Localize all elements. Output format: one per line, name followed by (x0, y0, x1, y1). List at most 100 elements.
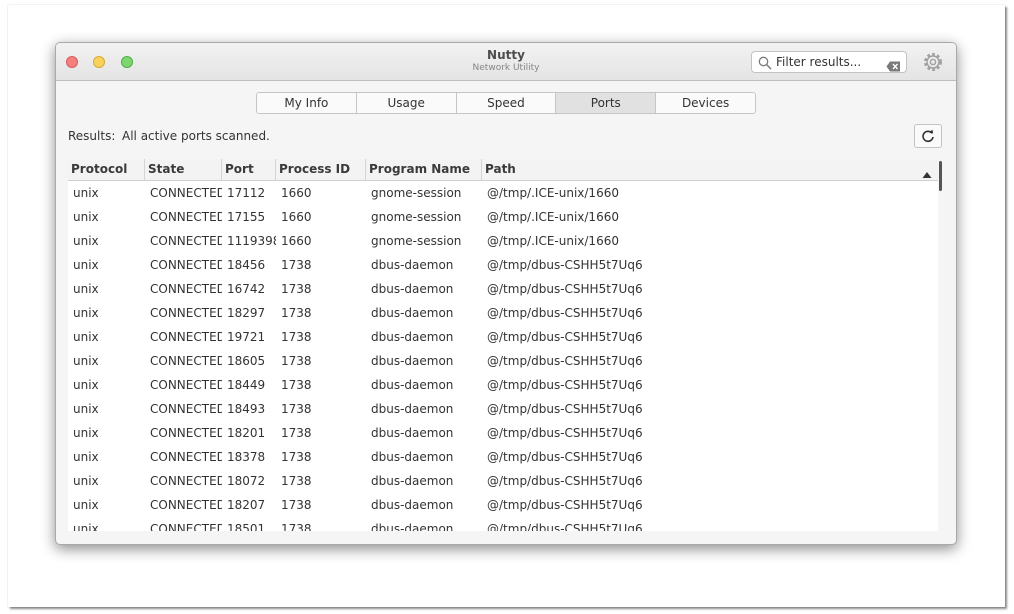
table-row[interactable]: unix CONNECTED 18449 1738 dbus-daemon @/tmp/d… (68, 373, 938, 397)
clear-text-icon[interactable] (886, 57, 901, 76)
protocol-cell: unix (73, 450, 99, 464)
program-name-cell: dbus-daemon (371, 474, 454, 488)
program-name-cell: dbus-daemon (371, 258, 454, 272)
column-header-process-id[interactable]: Process ID (276, 159, 366, 180)
table-row[interactable]: unix CONNECTED 17155 1660 gnome-session @/tmp… (68, 205, 938, 229)
table-body: unix CONNECTED 17112 1660 gnome-session @/tmp… (68, 181, 938, 531)
tab-usage[interactable]: Usage (356, 93, 457, 113)
path-cell: @/tmp/dbus-CSHH5t7Uq6 (487, 474, 643, 488)
results-label: Results: (68, 129, 116, 143)
table-row[interactable]: unix CONNECTED 18207 1738 dbus-daemon @/tmp/d… (68, 493, 938, 517)
program-name-cell: dbus-daemon (371, 450, 454, 464)
table-row[interactable]: unix CONNECTED 18378 1738 dbus-daemon @/tmp/d… (68, 445, 938, 469)
program-name-cell: gnome-session (371, 210, 462, 224)
refresh-icon (922, 129, 934, 143)
state-cell: CONNECTED (150, 474, 222, 488)
column-header-port[interactable]: Port (222, 159, 276, 180)
state-cell: CONNECTED (150, 210, 222, 224)
program-name-cell: dbus-daemon (371, 330, 454, 344)
process-id-cell: 1738 (281, 426, 312, 440)
program-name-cell: dbus-daemon (371, 402, 454, 416)
table-row[interactable]: unix CONNECTED 18456 1738 dbus-daemon @/tmp/d… (68, 253, 938, 277)
vertical-scrollbar[interactable] (939, 161, 942, 191)
path-cell: @/tmp/dbus-CSHH5t7Uq6 (487, 354, 643, 368)
path-cell: @/tmp/dbus-CSHH5t7Uq6 (487, 450, 643, 464)
table-row[interactable]: unix CONNECTED 18201 1738 dbus-daemon @/tmp/d… (68, 421, 938, 445)
state-cell: CONNECTED (150, 498, 222, 512)
state-cell: CONNECTED (150, 306, 222, 320)
process-id-cell: 1660 (281, 186, 312, 200)
table-row[interactable]: unix CONNECTED 17112 1660 gnome-session @/tmp… (68, 181, 938, 205)
search-field[interactable] (751, 51, 907, 73)
path-cell: @/tmp/dbus-CSHH5t7Uq6 (487, 426, 643, 440)
table-row[interactable]: unix CONNECTED 16742 1738 dbus-daemon @/tmp/d… (68, 277, 938, 301)
path-cell: @/tmp/dbus-CSHH5t7Uq6 (487, 258, 643, 272)
process-id-cell: 1660 (281, 210, 312, 224)
protocol-cell: unix (73, 354, 99, 368)
column-header-state[interactable]: State (145, 159, 222, 180)
port-cell: 16742 (227, 282, 266, 296)
protocol-cell: unix (73, 306, 99, 320)
table-row[interactable]: unix CONNECTED 18493 1738 dbus-daemon @/tmp/d… (68, 397, 938, 421)
table-row[interactable]: unix CONNECTED 18072 1738 dbus-daemon @/tmp/d… (68, 469, 938, 493)
port-cell: 17112 (227, 186, 266, 200)
program-name-cell: gnome-session (371, 234, 462, 248)
protocol-cell: unix (73, 210, 99, 224)
state-cell: CONNECTED (150, 330, 222, 344)
protocol-cell: unix (73, 474, 99, 488)
app-window: Nutty Network Utility Filter results... … (55, 42, 957, 545)
state-cell: CONNECTED (150, 282, 222, 296)
table-row[interactable]: unix CONNECTED 19721 1738 dbus-daemon @/tmp/d… (68, 325, 938, 349)
protocol-cell: unix (73, 186, 99, 200)
program-name-cell: dbus-daemon (371, 282, 454, 296)
port-cell: 18449 (227, 378, 266, 392)
protocol-cell: unix (73, 282, 99, 296)
port-cell: 18456 (227, 258, 266, 272)
gear-icon[interactable] (922, 51, 944, 77)
state-cell: CONNECTED (150, 186, 222, 200)
process-id-cell: 1738 (281, 378, 312, 392)
program-name-cell: dbus-daemon (371, 522, 454, 531)
results-status-text: All active ports scanned. (122, 129, 270, 143)
port-cell: 18207 (227, 498, 266, 512)
column-header-protocol[interactable]: Protocol (68, 159, 145, 180)
program-name-cell: dbus-daemon (371, 306, 454, 320)
port-cell: 18072 (227, 474, 266, 488)
process-id-cell: 1738 (281, 522, 312, 531)
process-id-cell: 1738 (281, 498, 312, 512)
port-cell: 18201 (227, 426, 266, 440)
table-row[interactable]: unix CONNECTED 18501 1738 dbus-daemon @/tmp/d… (68, 517, 938, 531)
state-cell: CONNECTED (150, 450, 222, 464)
process-id-cell: 1738 (281, 354, 312, 368)
table-row[interactable]: unix CONNECTED 18605 1738 dbus-daemon @/tmp/d… (68, 349, 938, 373)
state-cell: CONNECTED (150, 426, 222, 440)
protocol-cell: unix (73, 402, 99, 416)
port-cell: 18605 (227, 354, 266, 368)
path-cell: @/tmp/.ICE-unix/1660 (487, 210, 619, 224)
program-name-cell: dbus-daemon (371, 354, 454, 368)
protocol-cell: unix (73, 378, 99, 392)
tab-devices[interactable]: Devices (656, 93, 755, 113)
path-cell: @/tmp/dbus-CSHH5t7Uq6 (487, 498, 643, 512)
table-row[interactable]: unix CONNECTED 1119398 1660 gnome-session @/t… (68, 229, 938, 253)
table-row[interactable]: unix CONNECTED 18297 1738 dbus-daemon @/tmp/d… (68, 301, 938, 325)
path-cell: @/tmp/dbus-CSHH5t7Uq6 (487, 378, 643, 392)
table-header: Protocol State Port Process ID Program N… (68, 159, 938, 181)
protocol-cell: unix (73, 498, 99, 512)
column-header-program-name[interactable]: Program Name (366, 159, 482, 180)
state-cell: CONNECTED (150, 378, 222, 392)
tab-my-info[interactable]: My Info (257, 93, 357, 113)
refresh-button[interactable] (914, 124, 942, 148)
process-id-cell: 1660 (281, 234, 312, 248)
process-id-cell: 1738 (281, 258, 312, 272)
column-header-path[interactable]: Path (482, 159, 938, 180)
path-cell: @/tmp/.ICE-unix/1660 (487, 186, 619, 200)
port-cell: 1119398 (227, 234, 276, 248)
tab-speed[interactable]: Speed (456, 93, 557, 113)
process-id-cell: 1738 (281, 402, 312, 416)
protocol-cell: unix (73, 522, 99, 531)
protocol-cell: unix (73, 330, 99, 344)
program-name-cell: dbus-daemon (371, 498, 454, 512)
search-input[interactable] (776, 54, 876, 70)
tab-ports[interactable]: Ports (556, 93, 657, 113)
